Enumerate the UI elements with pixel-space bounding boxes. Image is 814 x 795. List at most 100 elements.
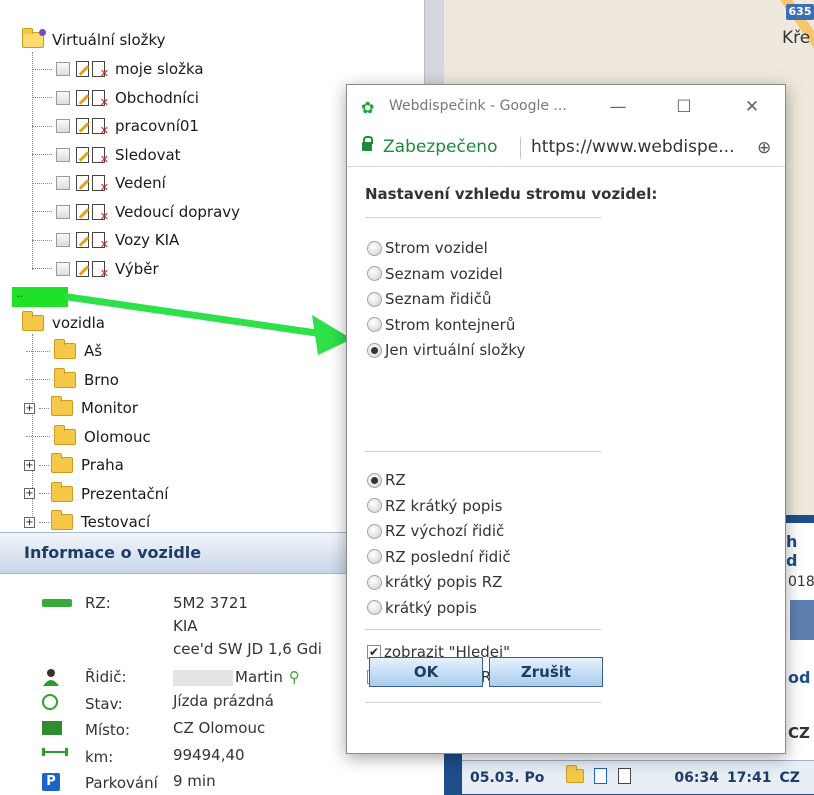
tree-node-vehicles-root[interactable]: vozidla <box>22 310 105 336</box>
right-panel-fragment-cz: CZ <box>788 724 810 742</box>
radio-button[interactable] <box>367 574 382 590</box>
tree-connector <box>39 521 49 523</box>
ok-button[interactable]: OK <box>369 657 483 687</box>
address-bar[interactable]: Zabezpečeno https://www.webdispe... ⊕ <box>347 129 785 167</box>
radio-option[interactable]: Seznam řidičů <box>367 288 491 310</box>
table-row[interactable]: 05.03. Po 06:34 17:41 CZ <box>462 760 814 794</box>
driver-label: Řidič: <box>85 668 127 686</box>
tree-node-folder[interactable]: + Monitor <box>24 395 138 421</box>
tree-node-virtual-item[interactable]: Vedoucí dopravy <box>32 199 240 225</box>
radio-button[interactable] <box>367 600 382 615</box>
edit-icon[interactable] <box>76 89 89 106</box>
radio-option[interactable]: RZ poslední řidič <box>367 546 511 568</box>
cancel-button[interactable]: Zrušit <box>489 657 603 687</box>
tree-node-folder[interactable]: Brno <box>24 367 119 393</box>
node-checkbox[interactable] <box>56 176 70 190</box>
delete-icon[interactable] <box>92 89 109 109</box>
edit-icon[interactable] <box>76 203 89 220</box>
delete-icon[interactable] <box>92 260 109 280</box>
edit-icon[interactable] <box>76 232 89 248</box>
radio-option[interactable]: Seznam vozidel <box>367 263 503 285</box>
radio-option[interactable]: RZ krátký popis <box>367 495 502 517</box>
radio-option[interactable]: Strom kontejnerů <box>367 314 515 336</box>
delete-icon[interactable] <box>92 146 109 166</box>
edit-icon[interactable] <box>76 146 89 163</box>
km-value: 99494,40 <box>173 746 245 764</box>
node-checkbox[interactable] <box>56 204 70 219</box>
maximize-button[interactable]: ☐ <box>669 93 699 121</box>
node-checkbox[interactable] <box>56 90 70 105</box>
expand-icon[interactable]: + <box>24 459 35 471</box>
edit-icon[interactable] <box>76 260 89 277</box>
tree-node-virtual-item[interactable]: pracovní01 <box>32 113 199 139</box>
window-titlebar[interactable]: ✿ Webdispečink - Google ... — ☐ ✕ <box>347 85 785 129</box>
tree-node-virtual-item[interactable]: Obchodníci <box>32 85 199 111</box>
node-checkbox[interactable] <box>56 62 70 76</box>
tree-connector <box>39 464 49 466</box>
tree-node-virtual-root[interactable]: Virtuální složky <box>22 27 166 53</box>
tree-node-virtual-item[interactable]: Vedení <box>32 170 166 196</box>
radio-option[interactable]: RZ <box>367 469 406 491</box>
tree-node-label: Vedení <box>115 174 166 192</box>
edit-icon[interactable] <box>76 118 89 134</box>
node-checkbox[interactable] <box>56 147 70 162</box>
edit-icon[interactable] <box>76 61 89 77</box>
address-separator <box>520 137 521 159</box>
cart-icon[interactable]: ⚲ <box>289 668 300 686</box>
tree-node-folder[interactable]: + Praha <box>24 452 124 478</box>
tree-connector <box>32 211 52 212</box>
document-icon <box>586 767 634 788</box>
tree-node-virtual-item[interactable]: moje složka <box>32 56 204 82</box>
tree-node-virtual-item[interactable]: Vozy KIA <box>32 227 179 253</box>
tree-node-folder[interactable]: Aš <box>24 338 102 364</box>
delete-icon[interactable] <box>92 232 109 251</box>
radio-button[interactable] <box>367 240 382 256</box>
node-checkbox[interactable] <box>56 261 70 276</box>
tree-connector <box>26 350 50 352</box>
road-shield: 635 <box>786 4 814 20</box>
radio-button[interactable] <box>367 549 382 564</box>
tree-connector <box>39 407 49 409</box>
tree-node-label: Aš <box>84 342 103 360</box>
radio-option[interactable]: krátký popis RZ <box>367 571 502 593</box>
radio-button[interactable] <box>367 291 382 307</box>
radio-option[interactable]: Jen virtuální složky <box>367 339 525 361</box>
state-label: Stav: <box>85 695 123 713</box>
expand-icon[interactable]: + <box>24 402 35 414</box>
radio-button[interactable] <box>367 523 382 539</box>
tree-node-folder[interactable]: + Prezentační <box>24 481 168 507</box>
delete-icon[interactable] <box>92 203 109 223</box>
minimize-button[interactable]: — <box>603 93 633 121</box>
tree-node-virtual-item[interactable]: Sledovat <box>32 142 181 168</box>
radio-option[interactable]: krátký popis <box>367 597 477 619</box>
bus-icon <box>42 599 72 607</box>
close-button[interactable]: ✕ <box>737 93 767 121</box>
folder-icon <box>51 453 73 473</box>
radio-button[interactable] <box>367 342 382 358</box>
zoom-icon[interactable]: ⊕ <box>757 138 771 158</box>
radio-button[interactable] <box>367 317 382 332</box>
right-panel-cell <box>790 600 814 640</box>
driver-value: Martin ⚲ <box>173 668 300 686</box>
node-checkbox[interactable] <box>56 119 70 133</box>
edit-icon[interactable] <box>76 175 89 191</box>
tree-node-virtual-item[interactable]: Výběr <box>32 256 159 282</box>
tree-node-label: Testovací <box>81 513 151 531</box>
folder-icon <box>54 339 76 359</box>
radio-button[interactable] <box>367 472 382 488</box>
node-checkbox[interactable] <box>56 233 70 247</box>
tree-node-folder[interactable]: Olomouc <box>24 424 151 450</box>
tree-connector <box>39 493 49 494</box>
delete-icon[interactable] <box>92 61 109 80</box>
driver-icon <box>43 669 59 686</box>
radio-button[interactable] <box>367 498 382 513</box>
delete-icon[interactable] <box>92 118 109 137</box>
radio-option[interactable]: RZ výchozí řidič <box>367 520 504 542</box>
parking-label: Parkování <box>85 774 158 792</box>
expand-icon[interactable]: + <box>24 516 35 528</box>
radio-option[interactable]: Strom vozidel <box>367 237 488 259</box>
radio-button[interactable] <box>367 266 382 281</box>
expand-icon[interactable]: + <box>24 488 35 499</box>
divider <box>365 629 601 630</box>
delete-icon[interactable] <box>92 175 109 194</box>
